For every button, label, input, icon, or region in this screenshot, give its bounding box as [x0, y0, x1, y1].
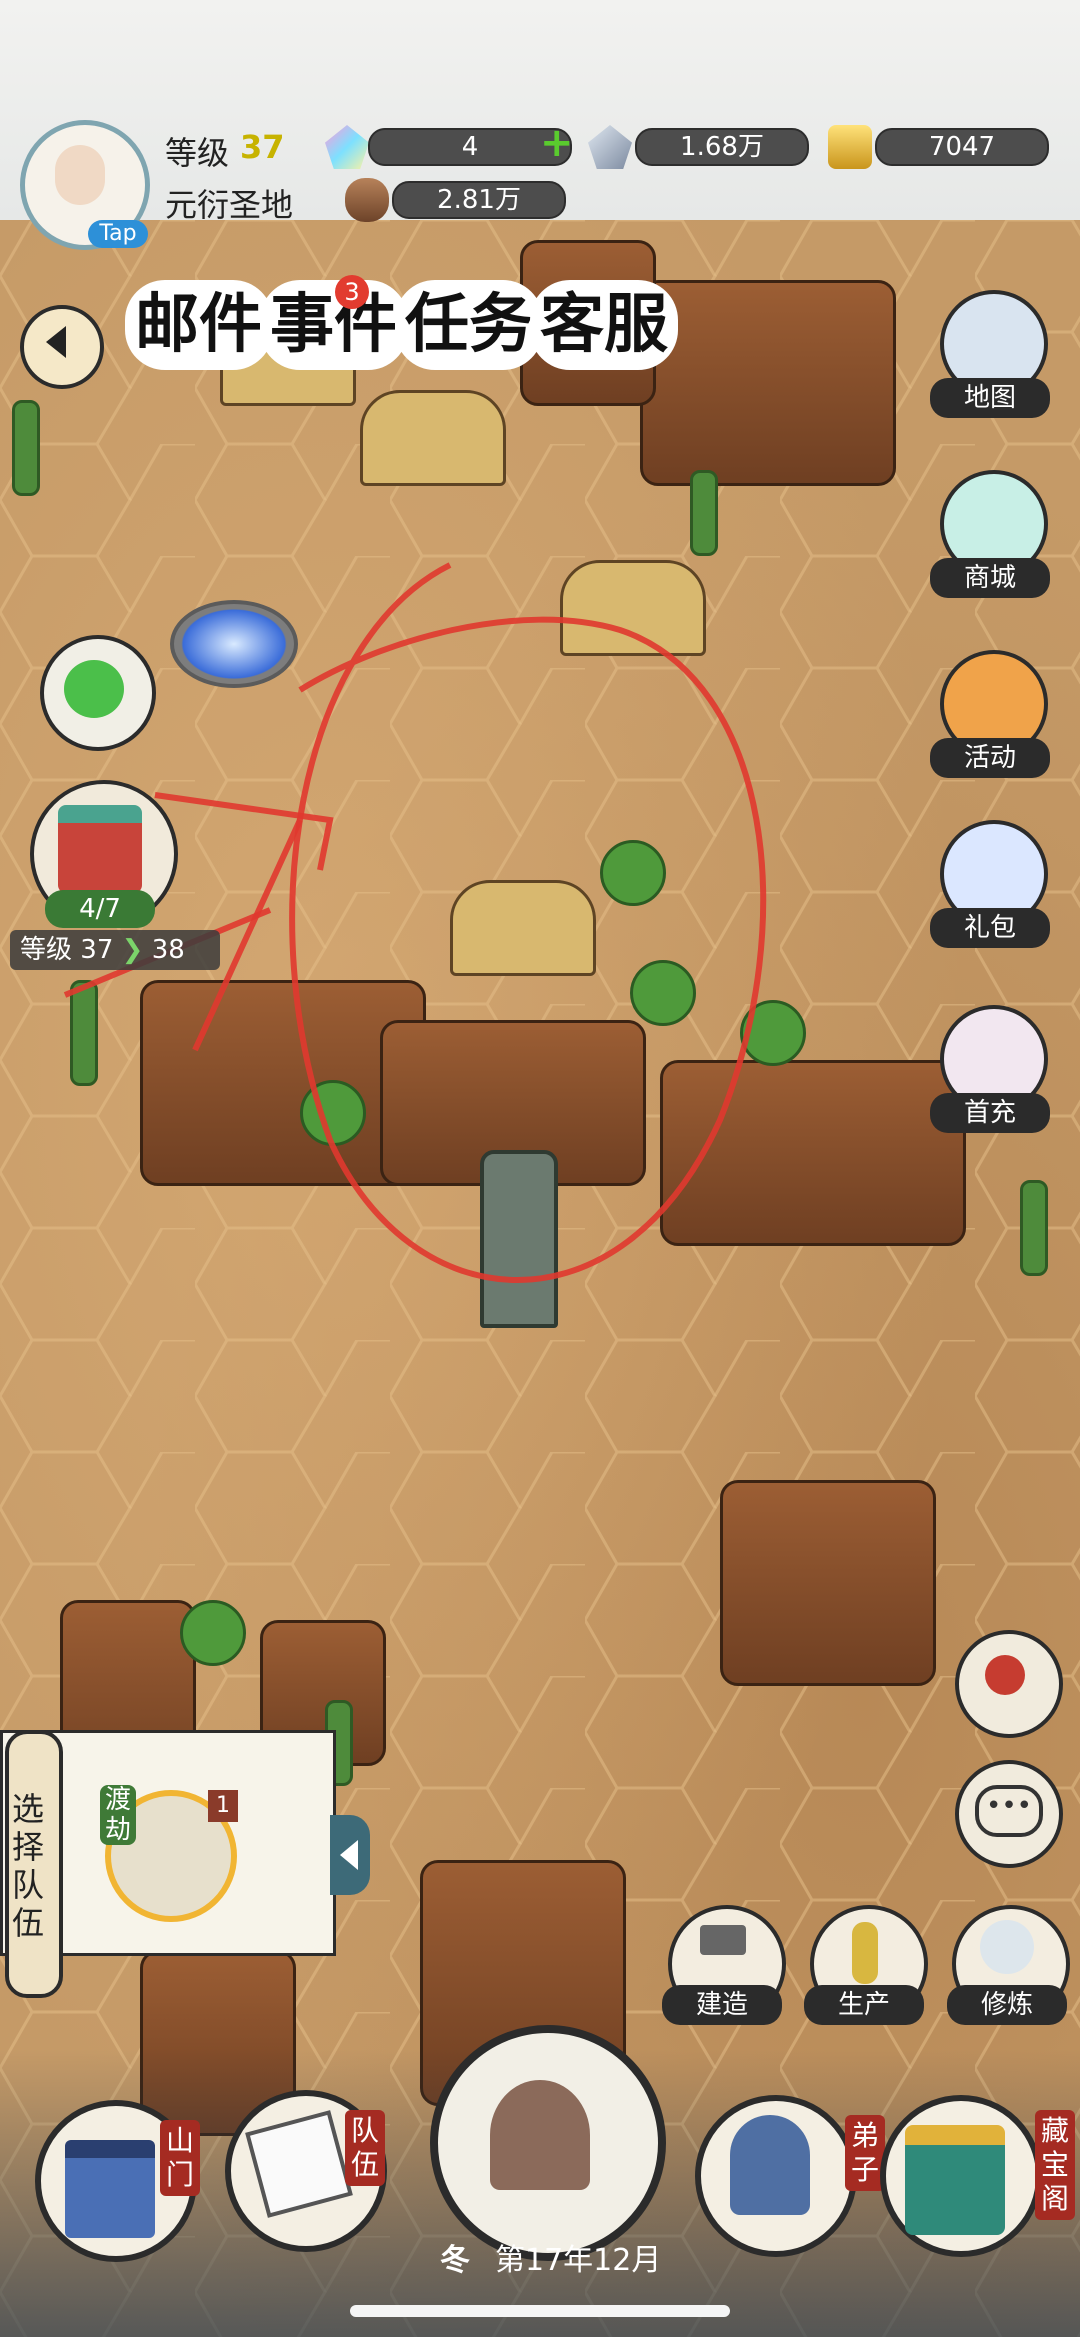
building-level-row: 等级 37 ❯ 38: [10, 930, 220, 970]
first-recharge-label: 首充: [930, 1093, 1050, 1133]
produce-label: 生产: [804, 1985, 924, 2025]
crystal-value: 1.68万: [635, 128, 809, 166]
tab-tasks[interactable]: 任务: [395, 280, 543, 370]
wechat-icon: [64, 660, 124, 718]
incense-icon: [985, 1655, 1025, 1695]
avatar-face: [55, 145, 105, 205]
wheat-icon: [852, 1922, 878, 1984]
level-value: 37: [240, 128, 285, 166]
tab-events[interactable]: 事件: [260, 280, 408, 370]
gold-value: 7047: [875, 128, 1049, 166]
gold-icon: [828, 125, 872, 169]
build-label: 建造: [662, 1985, 782, 2025]
activity-button[interactable]: 活动: [930, 650, 1050, 778]
avatar-tap-badge: Tap: [88, 220, 148, 248]
meditating-figure-icon: [980, 1920, 1034, 1974]
building-level-label: 等级: [20, 935, 73, 965]
disciple-character-icon: [730, 2115, 810, 2215]
chat-bubble-icon: •••: [975, 1785, 1043, 1837]
gate-icon: [65, 2140, 155, 2238]
shop-button[interactable]: 商城: [930, 470, 1050, 598]
treasure-label: 藏宝阁: [1035, 2110, 1075, 2220]
gift-label: 礼包: [930, 908, 1050, 948]
wood-value: 2.81万: [392, 181, 566, 219]
treasure-pavilion-icon: [905, 2125, 1005, 2235]
chevron-left-icon: [340, 1840, 358, 1870]
level-label: 等级: [165, 134, 230, 172]
map-label: 地图: [930, 378, 1050, 418]
shop-label: 商城: [930, 558, 1050, 598]
pagoda-icon: [58, 805, 142, 893]
tab-guest[interactable]: 客服: [530, 280, 678, 370]
plum-tree-icon: [490, 2080, 590, 2190]
cultivate-label: 修炼: [947, 1985, 1067, 2025]
cultivation-tag: 渡劫: [100, 1785, 136, 1845]
team-label: 队伍: [345, 2110, 385, 2186]
building-level-current: 37: [80, 935, 114, 965]
first-recharge-button[interactable]: 首充: [930, 1005, 1050, 1133]
sect-name: 元衍圣地: [165, 186, 294, 224]
hammer-icon: [700, 1925, 746, 1955]
season-label: 冬: [440, 2243, 470, 2278]
building-progress: 4/7: [45, 890, 155, 928]
team-select-label: 选择队伍: [12, 1790, 45, 1942]
gate-label: 山门: [160, 2120, 200, 2196]
date-label: 第17年12月: [495, 2243, 662, 2278]
tab-mail[interactable]: 邮件: [125, 280, 273, 370]
map-button[interactable]: 地图: [930, 290, 1050, 418]
building-level-next: 38: [151, 935, 185, 965]
gift-button[interactable]: 礼包: [930, 820, 1050, 948]
disciple-label: 弟子: [845, 2115, 885, 2191]
chevron-right-icon: ❯: [121, 935, 144, 965]
home-indicator[interactable]: [350, 2305, 730, 2317]
team-flag: 1: [208, 1790, 238, 1822]
events-badge: 3: [335, 275, 369, 309]
add-spirit-stone-button[interactable]: +: [540, 123, 574, 163]
activity-label: 活动: [930, 738, 1050, 778]
back-arrow-icon: [46, 326, 66, 358]
wood-icon: [345, 178, 389, 222]
